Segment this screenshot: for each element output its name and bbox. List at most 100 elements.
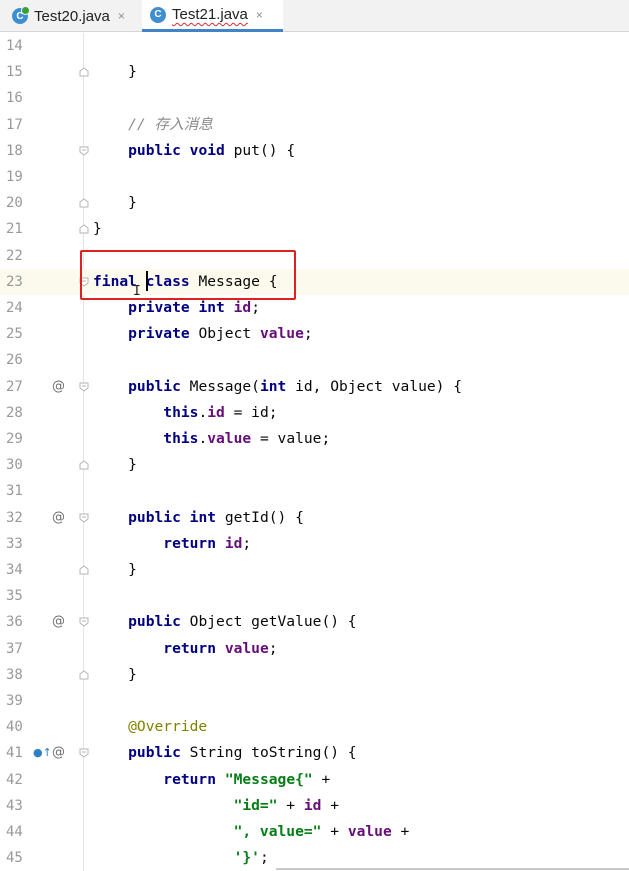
code-text: public int getId() {: [93, 505, 304, 531]
code-line[interactable]: 44 ", value=" + value +: [0, 819, 629, 845]
line-number: 28: [6, 404, 23, 421]
java-class-icon: C: [12, 6, 30, 24]
code-token: "id=": [93, 796, 278, 814]
code-line[interactable]: 36 @ public Object getValue() {: [0, 609, 629, 635]
code-token: private: [93, 325, 190, 343]
code-line[interactable]: 35: [0, 583, 629, 609]
code-text: "id=" + id +: [93, 793, 339, 819]
code-line[interactable]: 15 }: [0, 59, 629, 85]
code-text: }: [93, 557, 137, 583]
code-line[interactable]: 29 this.value = value;: [0, 426, 629, 452]
code-text: }: [93, 662, 137, 688]
fold-end-icon[interactable]: [79, 67, 89, 77]
line-number: 21: [6, 221, 23, 238]
code-text: private Object value;: [93, 321, 313, 347]
code-token: ;: [303, 325, 313, 343]
line-number: 15: [6, 64, 23, 81]
code-editor[interactable]: 14 15 } 16 17 // 存入消息 18 public void put() {…: [0, 33, 629, 871]
fold-start-icon[interactable]: [79, 382, 89, 392]
implements-marker-icon[interactable]: @: [52, 505, 65, 531]
code-line[interactable]: 30 }: [0, 452, 629, 478]
fold-start-icon[interactable]: [79, 748, 89, 759]
line-number: 25: [6, 326, 23, 343]
code-text: return "Message{" +: [93, 767, 330, 793]
fold-end-icon[interactable]: [79, 224, 89, 234]
code-line[interactable]: 16: [0, 85, 629, 111]
override-up-icon[interactable]: ●↑: [33, 740, 52, 766]
code-token: ;: [242, 534, 252, 552]
code-line[interactable]: 39: [0, 688, 629, 714]
line-number: 22: [6, 247, 23, 264]
code-line[interactable]: 40 @Override: [0, 714, 629, 740]
code-token: String toString() {: [180, 744, 357, 762]
code-line[interactable]: 20 }: [0, 190, 629, 216]
code-token: +: [312, 770, 331, 788]
code-line[interactable]: 43 "id=" + id +: [0, 793, 629, 819]
code-token: .: [198, 403, 208, 421]
code-text: }: [93, 59, 137, 85]
fold-start-icon[interactable]: [79, 513, 89, 523]
code-line[interactable]: 33 return id;: [0, 531, 629, 557]
code-token: public: [93, 377, 181, 395]
code-token: // 存入消息: [93, 115, 213, 133]
code-line[interactable]: 17 // 存入消息: [0, 112, 629, 138]
line-number: 26: [6, 352, 23, 369]
close-tab-icon[interactable]: ×: [256, 8, 263, 22]
code-line[interactable]: 25 private Object value;: [0, 321, 629, 347]
line-number: 24: [6, 300, 23, 316]
code-token: }: [93, 194, 137, 212]
line-number: 36: [6, 614, 23, 631]
fold-end-icon[interactable]: [79, 565, 89, 575]
horizontal-scrollbar[interactable]: [276, 868, 629, 870]
code-line[interactable]: 28 this.id = id;: [0, 400, 629, 426]
code-line[interactable]: 21}: [0, 216, 629, 242]
code-token: +: [277, 796, 304, 814]
implements-marker-icon[interactable]: @: [52, 609, 65, 635]
code-token: ", value=": [93, 823, 322, 840]
code-line[interactable]: 42 return "Message{" +: [0, 767, 629, 793]
tab-test20-java[interactable]: C Test20.java ×: [4, 0, 142, 32]
code-line[interactable]: 34 }: [0, 557, 629, 583]
code-line[interactable]: 18 public void put() {: [0, 138, 629, 164]
code-text: }: [93, 190, 137, 216]
line-number: 29: [6, 431, 23, 447]
code-line[interactable]: 14: [0, 33, 629, 59]
code-token: value: [259, 325, 304, 343]
code-token: public: [93, 613, 181, 631]
code-line[interactable]: 41 ●↑ @ public String toString() {: [0, 740, 629, 766]
code-line[interactable]: 31: [0, 478, 629, 504]
tab-label: Test21.java: [172, 6, 248, 23]
code-token: int: [259, 377, 287, 395]
line-number: 44: [6, 824, 23, 840]
java-class-icon: C: [150, 6, 166, 23]
code-line[interactable]: 37 return value;: [0, 636, 629, 662]
code-text: public String toString() {: [93, 740, 357, 766]
code-token: getId() {: [216, 508, 304, 526]
code-token: = id;: [224, 403, 278, 421]
code-line[interactable]: 38 }: [0, 662, 629, 688]
code-token: +: [391, 823, 410, 840]
tab-test21-java[interactable]: C Test21.java ×: [142, 0, 283, 32]
code-token: int: [189, 508, 217, 526]
line-number: 18: [6, 142, 23, 159]
code-text: @Override: [93, 714, 207, 740]
code-line[interactable]: 19: [0, 164, 629, 190]
code-line[interactable]: 26: [0, 347, 629, 373]
code-line[interactable]: 27 @ public Message(int id, Object value)…: [0, 374, 629, 400]
implements-marker-icon[interactable]: @: [52, 374, 65, 400]
code-token: '}': [93, 849, 260, 867]
code-token: id: [224, 534, 243, 552]
code-line[interactable]: 32 @ public int getId() {: [0, 505, 629, 531]
code-token: Message(: [180, 377, 260, 395]
fold-start-icon[interactable]: [79, 146, 89, 156]
fold-end-icon[interactable]: [79, 460, 89, 470]
fold-end-icon[interactable]: [79, 198, 89, 208]
fold-end-icon[interactable]: [79, 670, 89, 680]
fold-start-icon[interactable]: [79, 617, 89, 628]
code-token: ;: [268, 639, 278, 657]
implements-marker-icon[interactable]: @: [52, 740, 65, 766]
line-number: 41: [6, 745, 23, 762]
close-tab-icon[interactable]: ×: [118, 9, 125, 23]
